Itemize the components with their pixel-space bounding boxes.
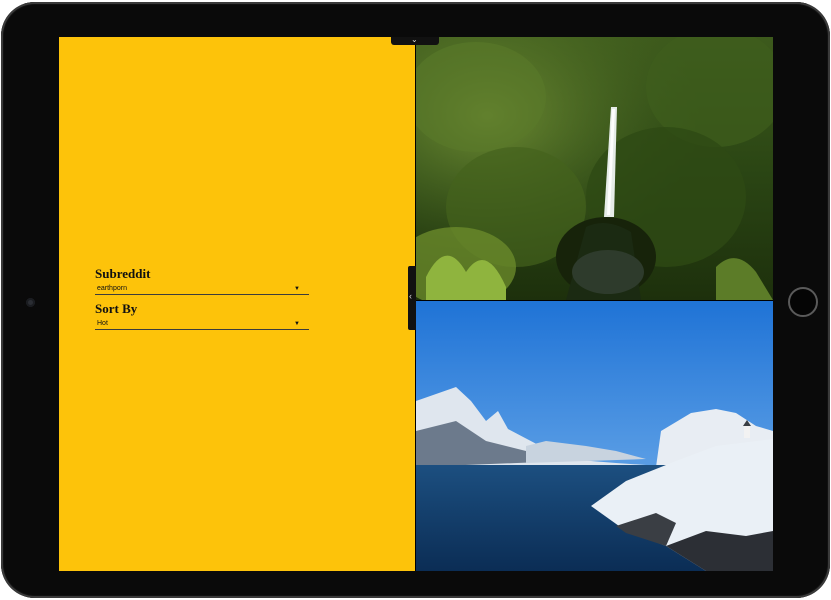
waterfall-photo[interactable]: [416, 37, 773, 300]
sidebar-collapse-toggle[interactable]: ‹: [408, 266, 416, 330]
dropdown-arrow-icon: ▼: [294, 286, 300, 292]
dropdown-arrow-icon: ▼: [294, 321, 300, 327]
settings-panel: Subreddit earthporn ▼ Sort By Hot ▼: [59, 37, 415, 571]
top-menu-toggle[interactable]: ⌄: [391, 37, 439, 45]
subreddit-value: earthporn: [97, 285, 127, 292]
tablet-device: Subreddit earthporn ▼ Sort By Hot ▼ ‹ ⌄: [1, 2, 830, 598]
home-button[interactable]: [788, 287, 818, 317]
sort-by-value: Hot: [97, 320, 108, 327]
front-camera: [26, 298, 35, 307]
chevron-down-icon: ⌄: [411, 37, 418, 44]
app-screen: Subreddit earthporn ▼ Sort By Hot ▼ ‹ ⌄: [59, 37, 773, 571]
subreddit-select[interactable]: earthporn ▼: [95, 284, 309, 295]
fjord-photo[interactable]: [416, 301, 773, 571]
sort-by-label: Sort By: [95, 301, 138, 316]
subreddit-label: Subreddit: [95, 266, 151, 281]
sort-by-select[interactable]: Hot ▼: [95, 319, 309, 330]
settings-form: Subreddit earthporn ▼ Sort By Hot ▼: [95, 266, 309, 336]
fjord-image: [416, 301, 773, 571]
waterfall-image: [416, 37, 773, 300]
chevron-left-icon: ‹: [409, 291, 412, 301]
